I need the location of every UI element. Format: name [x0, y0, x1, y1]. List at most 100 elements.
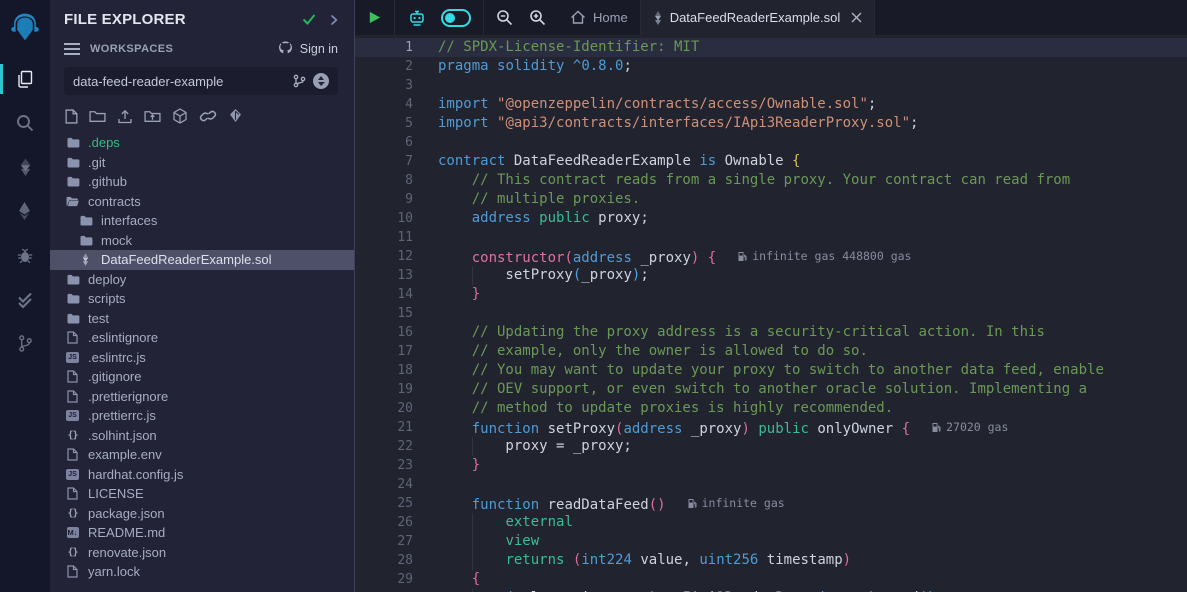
line-number: 16	[355, 323, 413, 342]
hamburger-menu-icon[interactable]	[64, 43, 80, 55]
code-line-5[interactable]: 5import "@api3/contracts/interfaces/IApi…	[355, 114, 1187, 133]
activity-item-debugger[interactable]	[0, 233, 50, 277]
folder-row-.deps[interactable]: .deps	[50, 133, 354, 153]
code-line-12[interactable]: 12 constructor(address _proxy) {infinite…	[355, 247, 1187, 266]
ai-copilot-icon[interactable]	[407, 9, 427, 27]
file-row-.prettierrc.js[interactable]: JS.prettierrc.js	[50, 406, 354, 426]
activity-item-deploy-and-run[interactable]	[0, 189, 50, 233]
code-line-20[interactable]: 20 // method to update proxies is highly…	[355, 399, 1187, 418]
file-label: .prettierignore	[88, 389, 168, 404]
workspace-selector[interactable]: data-feed-reader-example	[64, 67, 338, 95]
line-number: 17	[355, 342, 413, 361]
code-line-28[interactable]: 28 returns (int224 value, uint256 timest…	[355, 551, 1187, 570]
code-line-9[interactable]: 9 // multiple proxies.	[355, 190, 1187, 209]
ai-copilot-toggle[interactable]	[441, 9, 471, 27]
code-line-17[interactable]: 17 // example, only the owner is allowed…	[355, 342, 1187, 361]
file-row-.eslintrc.js[interactable]: JS.eslintrc.js	[50, 348, 354, 368]
zoom-in-icon[interactable]	[529, 9, 546, 26]
code-line-21[interactable]: 21 function setProxy(address _proxy) pub…	[355, 418, 1187, 437]
code-line-15[interactable]: 15	[355, 304, 1187, 323]
folder-row-.github[interactable]: .github	[50, 172, 354, 192]
code-line-13[interactable]: 13 setProxy(_proxy);	[355, 266, 1187, 285]
code-line-25[interactable]: 25 function readDataFeed()infinite gas	[355, 494, 1187, 513]
code-line-14[interactable]: 14 }	[355, 285, 1187, 304]
code-line-1[interactable]: 1// SPDX-License-Identifier: MIT	[355, 38, 1187, 57]
code-editor[interactable]: 1// SPDX-License-Identifier: MIT2pragma …	[355, 35, 1187, 592]
home-tab-label: Home	[593, 10, 628, 25]
file-explorer-toolbar	[50, 95, 354, 128]
cube-icon[interactable]	[172, 108, 188, 124]
upload-file-icon[interactable]	[117, 109, 133, 124]
file-row-.prettierignore[interactable]: .prettierignore	[50, 387, 354, 407]
folder-icon	[65, 274, 80, 285]
file-row-LICENSE[interactable]: LICENSE	[50, 484, 354, 504]
zoom-out-icon[interactable]	[496, 9, 513, 26]
deploy-and-run-icon	[15, 201, 35, 221]
chevron-right-icon[interactable]	[330, 14, 338, 26]
line-number: 25	[355, 494, 413, 513]
close-tab-icon[interactable]	[851, 12, 862, 23]
file-row-example.env[interactable]: example.env	[50, 445, 354, 465]
indent-guide	[472, 437, 473, 456]
file-row-hardhat.config.js[interactable]: JShardhat.config.js	[50, 465, 354, 485]
code-line-6[interactable]: 6	[355, 133, 1187, 152]
tab-datafeedreaderexample[interactable]: DataFeedReaderExample.sol	[641, 0, 876, 35]
git-branch-icon[interactable]	[293, 74, 306, 88]
new-file-icon[interactable]	[65, 109, 78, 124]
code-line-26[interactable]: 26 external	[355, 513, 1187, 532]
file-icon	[65, 565, 80, 578]
run-script-button[interactable]	[367, 10, 382, 25]
folder-row-interfaces[interactable]: interfaces	[50, 211, 354, 231]
folder-row-.git[interactable]: .git	[50, 153, 354, 173]
file-row-DataFeedReaderExample.sol[interactable]: DataFeedReaderExample.sol	[50, 250, 354, 270]
activity-item-unit-testing[interactable]	[0, 277, 50, 321]
code-line-19[interactable]: 19 // OEV support, or even switch to ano…	[355, 380, 1187, 399]
line-number: 3	[355, 76, 413, 95]
folder-row-contracts[interactable]: contracts	[50, 192, 354, 212]
new-folder-icon[interactable]	[89, 109, 106, 123]
code-line-3[interactable]: 3	[355, 76, 1187, 95]
code-line-10[interactable]: 10 address public proxy;	[355, 209, 1187, 228]
file-row-package.json[interactable]: {}package.json	[50, 504, 354, 524]
workspace-dropdown-icon[interactable]	[313, 73, 329, 89]
code-line-18[interactable]: 18 // You may want to update your proxy …	[355, 361, 1187, 380]
home-icon	[570, 10, 586, 25]
check-icon[interactable]	[302, 14, 316, 25]
code-line-11[interactable]: 11	[355, 228, 1187, 247]
code-line-22[interactable]: 22 proxy = _proxy;	[355, 437, 1187, 456]
folder-row-test[interactable]: test	[50, 309, 354, 329]
folder-row-deploy[interactable]: deploy	[50, 270, 354, 290]
sign-in-button[interactable]: Sign in	[277, 41, 338, 56]
activity-item-git[interactable]	[0, 321, 50, 365]
activity-item-solidity-compiler[interactable]	[0, 145, 50, 189]
code-line-7[interactable]: 7contract DataFeedReaderExample is Ownab…	[355, 152, 1187, 171]
code-line-8[interactable]: 8 // This contract reads from a single p…	[355, 171, 1187, 190]
file-row-.gitignore[interactable]: .gitignore	[50, 367, 354, 387]
tab-home[interactable]: Home	[558, 0, 641, 35]
line-content	[438, 228, 1187, 247]
file-icon	[65, 331, 80, 344]
upload-folder-icon[interactable]	[144, 109, 161, 123]
code-line-23[interactable]: 23 }	[355, 456, 1187, 475]
file-row-.eslintignore[interactable]: .eslintignore	[50, 328, 354, 348]
code-line-4[interactable]: 4import "@openzeppelin/contracts/access/…	[355, 95, 1187, 114]
file-row-.solhint.json[interactable]: {}.solhint.json	[50, 426, 354, 446]
link-icon[interactable]	[199, 109, 217, 123]
folder-row-mock[interactable]: mock	[50, 231, 354, 251]
folder-row-scripts[interactable]: scripts	[50, 289, 354, 309]
remix-logo[interactable]	[0, 0, 50, 54]
line-content: // example, only the owner is allowed to…	[438, 342, 1187, 361]
json-icon: {}	[65, 508, 80, 519]
code-line-2[interactable]: 2pragma solidity ^0.8.0;	[355, 57, 1187, 76]
code-line-27[interactable]: 27 view	[355, 532, 1187, 551]
code-line-16[interactable]: 16 // Updating the proxy address is a se…	[355, 323, 1187, 342]
code-line-24[interactable]: 24	[355, 475, 1187, 494]
file-row-README.md[interactable]: M↓README.md	[50, 523, 354, 543]
kite-icon[interactable]	[228, 109, 243, 124]
activity-item-file-explorer[interactable]	[0, 57, 50, 101]
line-content	[438, 133, 1187, 152]
file-row-yarn.lock[interactable]: yarn.lock	[50, 562, 354, 582]
file-row-renovate.json[interactable]: {}renovate.json	[50, 543, 354, 563]
code-line-29[interactable]: 29 {	[355, 570, 1187, 589]
activity-item-search[interactable]	[0, 101, 50, 145]
